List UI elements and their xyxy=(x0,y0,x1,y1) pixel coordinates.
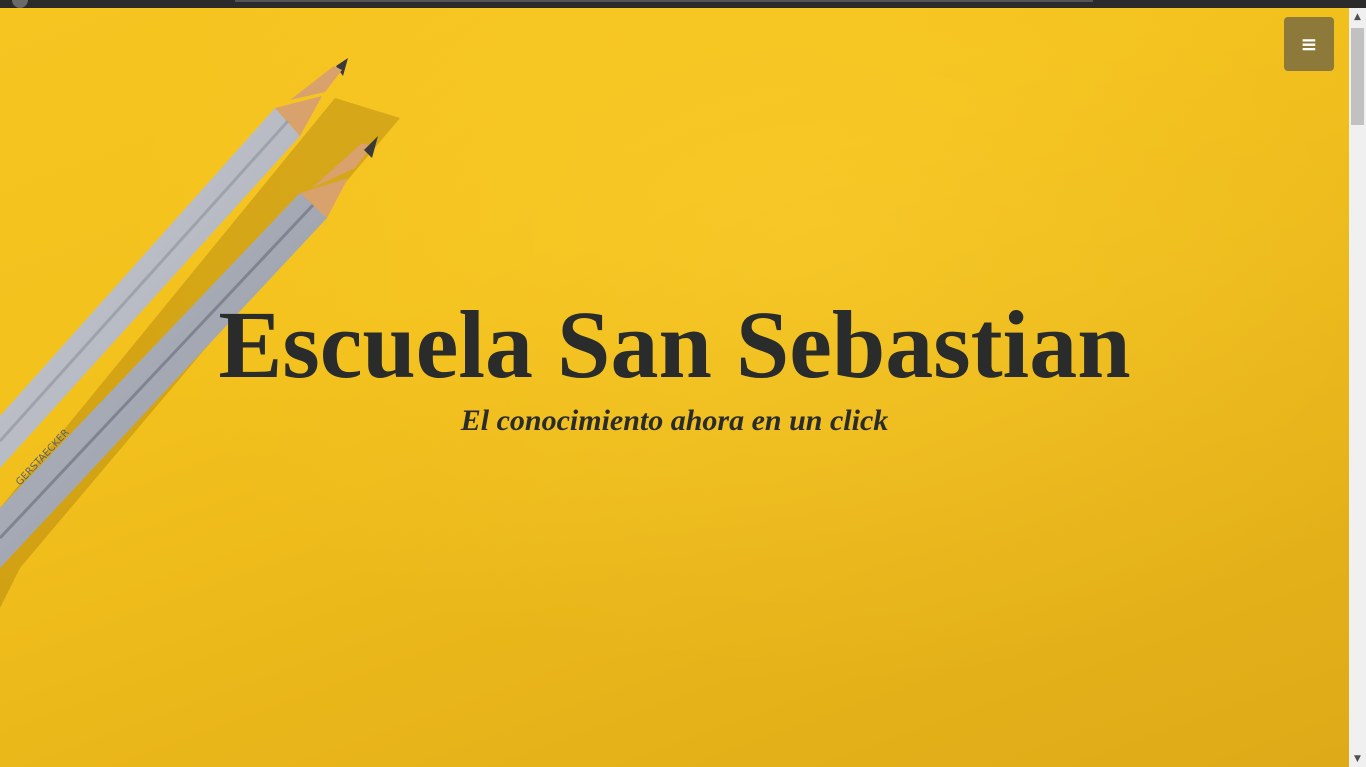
menu-toggle-button[interactable]: ≡ xyxy=(1284,17,1334,71)
address-bar-edge xyxy=(235,0,1093,2)
scroll-up-arrow-icon[interactable]: ▲ xyxy=(1349,8,1366,25)
scrollbar-thumb[interactable] xyxy=(1351,28,1364,125)
page-title: Escuela San Sebastian xyxy=(218,291,1131,398)
browser-top-bar xyxy=(0,0,1366,8)
page-subtitle: El conocimiento ahora en un click xyxy=(460,404,889,437)
page-scrollbar[interactable]: ▲ ▼ xyxy=(1349,8,1366,767)
hero-section: GERSTAECKER Escuela San Sebastian El con… xyxy=(0,8,1349,767)
scroll-down-arrow-icon[interactable]: ▼ xyxy=(1349,750,1366,767)
hamburger-icon: ≡ xyxy=(1300,32,1318,56)
browser-icon xyxy=(12,0,28,8)
